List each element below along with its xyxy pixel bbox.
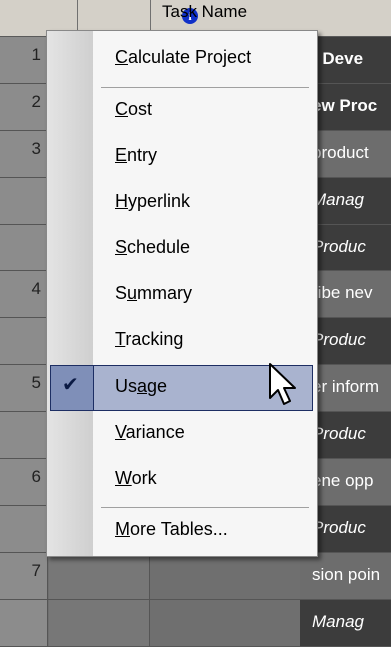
- menu-item-hyperlink[interactable]: Hyperlink: [47, 181, 317, 227]
- table-row[interactable]: Manag: [0, 599, 391, 647]
- menu-separator: [101, 87, 309, 88]
- menu-item-tracking[interactable]: Tracking: [47, 319, 317, 365]
- menu-item-variance[interactable]: Variance: [47, 412, 317, 458]
- menu-item-work[interactable]: Work: [47, 458, 317, 504]
- row-id-cell[interactable]: [0, 412, 48, 459]
- table-context-menu: Calculate Project Cost Entry Hyperlink S…: [46, 30, 318, 557]
- row-id-cell[interactable]: [0, 505, 48, 552]
- row-id-cell[interactable]: [0, 318, 48, 365]
- checkmark-icon: ✔: [62, 374, 79, 396]
- indicator-cell: [49, 599, 150, 646]
- menu-item-cost[interactable]: Cost: [47, 89, 317, 135]
- row-id-cell[interactable]: 6: [0, 459, 48, 505]
- row-id-cell[interactable]: 4: [0, 271, 48, 318]
- row-id-cell[interactable]: 2: [0, 83, 48, 130]
- menu-item-entry[interactable]: Entry: [47, 135, 317, 181]
- menu-item-calculate-project[interactable]: Calculate Project: [47, 37, 317, 83]
- menu-item-schedule[interactable]: Schedule: [47, 227, 317, 273]
- menu-item-summary[interactable]: Summary: [47, 273, 317, 319]
- task-name-cell[interactable]: sion poin: [300, 552, 391, 599]
- row-id-cell[interactable]: [0, 599, 48, 646]
- row-id-cell[interactable]: 7: [0, 552, 48, 599]
- indicator-cell: [49, 552, 150, 599]
- menu-item-more-tables[interactable]: More Tables...: [47, 509, 317, 555]
- row-id-cell[interactable]: 3: [0, 130, 48, 177]
- menu-separator: [101, 507, 309, 508]
- checkmark-box: ✔: [51, 366, 94, 410]
- mouse-pointer-icon: [269, 363, 296, 405]
- row-id-cell[interactable]: 1: [0, 37, 48, 83]
- task-name-cell[interactable]: Manag: [300, 599, 391, 646]
- row-id-cell[interactable]: [0, 177, 48, 224]
- row-id-cell[interactable]: 5: [0, 365, 48, 412]
- table-row[interactable]: 7 sion poin: [0, 552, 391, 600]
- row-id-cell[interactable]: [0, 224, 48, 271]
